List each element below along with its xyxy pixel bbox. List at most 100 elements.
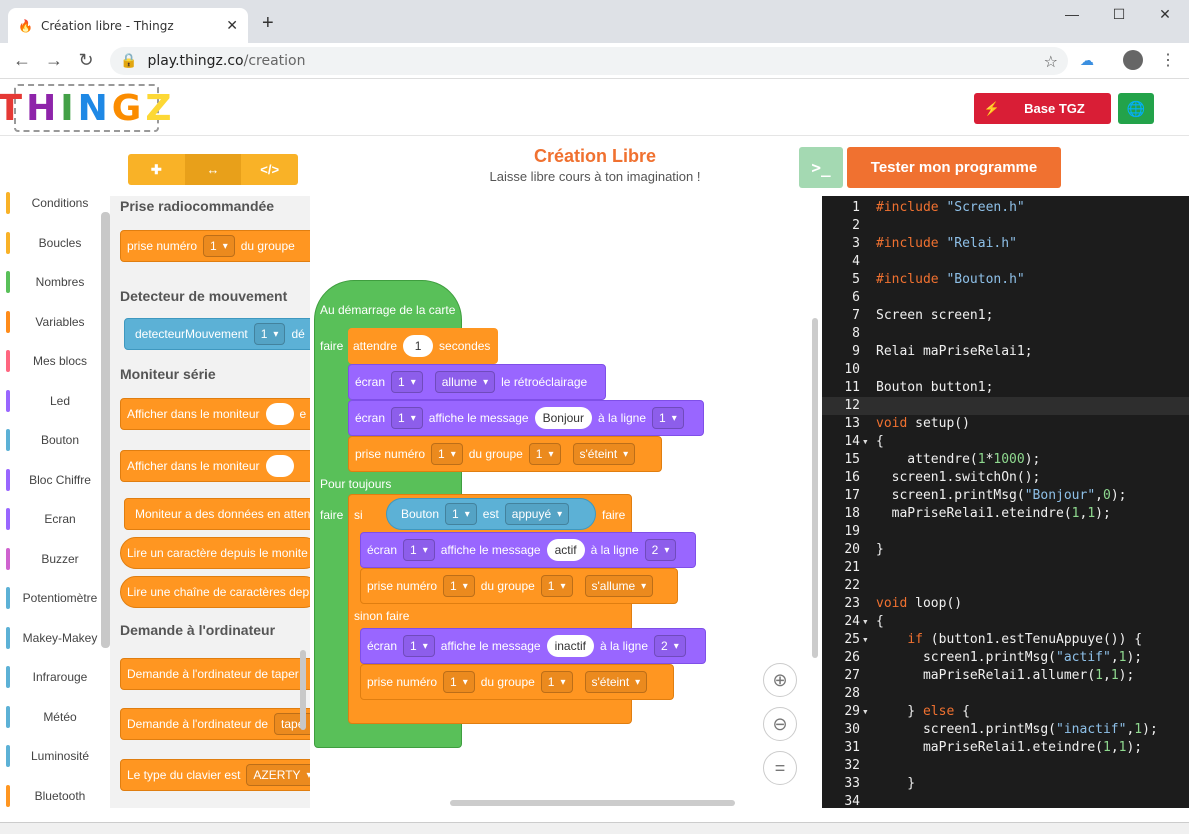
- ecran-actif-block[interactable]: écran 1 affiche le message actif à la ligne 2: [360, 532, 696, 568]
- extension-icon[interactable]: ☁: [1080, 52, 1094, 69]
- flyout-block-afficher-2[interactable]: Afficher dans le moniteur: [120, 450, 310, 482]
- category-item[interactable]: Boucles: [0, 228, 110, 258]
- flyout-block-lire-caractere[interactable]: Lire un caractère depuis le monite: [120, 537, 310, 569]
- ecran-message-block[interactable]: écran 1 affiche le message Bonjour à la lign…: [348, 400, 704, 436]
- category-item[interactable]: Bouton: [0, 425, 110, 455]
- block-dropdown[interactable]: 1: [528, 443, 561, 465]
- block-workspace[interactable]: Au démarrage de la carte faire attendre 1…: [310, 196, 822, 808]
- attendre-block[interactable]: attendre 1 secondes: [348, 328, 498, 364]
- flyout-block-moniteur-donnees[interactable]: Moniteur a des données en atten: [124, 498, 310, 530]
- block-dropdown[interactable]: 1: [391, 371, 423, 393]
- thingz-logo[interactable]: THINGZ: [0, 84, 171, 132]
- code-line[interactable]: 4: [822, 253, 1189, 271]
- category-scrollbar[interactable]: [101, 212, 110, 648]
- block-dropdown[interactable]: 1: [391, 407, 423, 429]
- code-line[interactable]: 24 ▾{: [822, 613, 1189, 631]
- code-line[interactable]: 22: [822, 577, 1189, 595]
- code-line[interactable]: 26 screen1.printMsg("actif",1);: [822, 649, 1189, 667]
- code-line[interactable]: 21: [822, 559, 1189, 577]
- flyout-block-prise[interactable]: prise numéro 1 du groupe: [120, 230, 310, 262]
- flyout-block-afficher[interactable]: Afficher dans le moniteur e: [120, 398, 310, 430]
- block-dropdown[interactable]: AZERTY: [246, 764, 310, 786]
- code-line[interactable]: 30 screen1.printMsg("inactif",1);: [822, 721, 1189, 739]
- code-editor[interactable]: 1 #include "Screen.h" 2 3 #include "Relai.h"…: [822, 196, 1189, 808]
- flyout-block-demande-taper[interactable]: Demande à l'ordinateur de taper: [120, 658, 310, 690]
- browser-tab[interactable]: 🔥 Création libre - Thingz ✕: [8, 8, 248, 43]
- close-window-icon[interactable]: ✕: [1145, 6, 1185, 23]
- code-line[interactable]: 8: [822, 325, 1189, 343]
- block-dropdown[interactable]: 1: [445, 503, 477, 525]
- block-dropdown[interactable]: 1: [540, 671, 573, 693]
- terminal-button[interactable]: >_: [799, 147, 843, 188]
- category-item[interactable]: Infrarouge: [0, 662, 110, 692]
- code-line[interactable]: 6: [822, 289, 1189, 307]
- category-item[interactable]: Nombres: [0, 267, 110, 297]
- code-line[interactable]: 7 Screen screen1;: [822, 307, 1189, 325]
- block-dropdown[interactable]: 1: [253, 323, 286, 345]
- category-item[interactable]: Ecran: [0, 504, 110, 534]
- minimize-icon[interactable]: —: [1052, 6, 1092, 22]
- code-line[interactable]: 9 Relai maPriseRelai1;: [822, 343, 1189, 361]
- new-tab-button[interactable]: +: [262, 12, 274, 35]
- code-line[interactable]: 27 maPriseRelai1.allumer(1,1);: [822, 667, 1189, 685]
- code-line[interactable]: 18 maPriseRelai1.eteindre(1,1);: [822, 505, 1189, 523]
- flyout-block-demande-de[interactable]: Demande à l'ordinateur de tape: [120, 708, 310, 740]
- profile-avatar[interactable]: [1123, 50, 1143, 70]
- block-dropdown[interactable]: s'éteint: [584, 671, 648, 693]
- category-item[interactable]: Potentiomètre: [0, 583, 110, 613]
- fold-icon[interactable]: ▾: [862, 433, 876, 451]
- category-item[interactable]: Mes blocs: [0, 346, 110, 376]
- base-tgz-button[interactable]: ⚡ Base TGZ: [974, 93, 1111, 124]
- blocks-mode-button[interactable]: ✚: [128, 154, 185, 185]
- category-item[interactable]: Bloc Chiffre: [0, 465, 110, 495]
- category-item[interactable]: Luminosité: [0, 741, 110, 771]
- code-line[interactable]: 14 ▾{: [822, 433, 1189, 451]
- attendre-input[interactable]: 1: [403, 335, 434, 357]
- block-dropdown[interactable]: s'éteint: [572, 443, 636, 465]
- url-field[interactable]: 🔒 play.thingz.co/creation ☆: [110, 47, 1068, 75]
- code-line[interactable]: 10: [822, 361, 1189, 379]
- flyout-block-clavier[interactable]: Le type du clavier est AZERTY: [120, 759, 310, 791]
- code-line[interactable]: 11 Bouton button1;: [822, 379, 1189, 397]
- code-line[interactable]: 17 screen1.printMsg("Bonjour",0);: [822, 487, 1189, 505]
- bottom-scrollbar[interactable]: [0, 822, 1189, 834]
- block-dropdown[interactable]: 2: [644, 539, 677, 561]
- back-icon[interactable]: ←: [6, 50, 38, 71]
- block-dropdown[interactable]: 1: [443, 671, 475, 693]
- test-program-button[interactable]: Tester mon programme: [847, 147, 1061, 188]
- code-line[interactable]: 34: [822, 793, 1189, 808]
- code-line[interactable]: 19: [822, 523, 1189, 541]
- category-item[interactable]: Buzzer: [0, 544, 110, 574]
- message-input[interactable]: Bonjour: [534, 407, 592, 429]
- category-item[interactable]: Météo: [0, 702, 110, 732]
- code-mode-button[interactable]: </>: [241, 154, 298, 185]
- fold-icon[interactable]: ▾: [862, 703, 876, 721]
- category-item[interactable]: Variables: [0, 307, 110, 337]
- zoom-out-icon[interactable]: ⊖: [763, 707, 797, 741]
- workspace-hscroll[interactable]: [450, 800, 735, 806]
- message-input[interactable]: actif: [546, 539, 585, 561]
- bouton-condition-block[interactable]: Bouton 1 est appuyé: [386, 498, 596, 530]
- zoom-reset-icon[interactable]: =: [763, 751, 797, 785]
- block-dropdown[interactable]: 1: [403, 539, 435, 561]
- block-dropdown[interactable]: 1: [203, 235, 235, 257]
- code-line[interactable]: 32: [822, 757, 1189, 775]
- code-line[interactable]: 28: [822, 685, 1189, 703]
- prise-eteint-block[interactable]: prise numéro 1 du groupe 1 s'éteint: [348, 436, 662, 472]
- code-line[interactable]: 2: [822, 217, 1189, 235]
- flyout-block-detecteur[interactable]: detecteurMouvement 1 dé: [124, 318, 310, 350]
- bookmark-star-icon[interactable]: ☆: [1044, 52, 1058, 71]
- code-line[interactable]: 5 #include "Bouton.h": [822, 271, 1189, 289]
- block-dropdown[interactable]: 1: [443, 575, 475, 597]
- code-line[interactable]: 12: [822, 397, 1189, 415]
- fold-icon[interactable]: ▾: [862, 613, 876, 631]
- ecran-inactif-block[interactable]: écran 1 affiche le message inactif à la lign…: [360, 628, 706, 664]
- maximize-icon[interactable]: ☐: [1099, 6, 1139, 23]
- block-dropdown[interactable]: s'allume: [584, 575, 654, 597]
- code-line[interactable]: 13 void setup(): [822, 415, 1189, 433]
- block-dropdown[interactable]: 1: [652, 407, 684, 429]
- code-line[interactable]: 16 screen1.switchOn();: [822, 469, 1189, 487]
- message-input[interactable]: inactif: [546, 635, 594, 657]
- category-item[interactable]: Conditions: [0, 188, 110, 218]
- workspace-vscroll[interactable]: [812, 318, 818, 658]
